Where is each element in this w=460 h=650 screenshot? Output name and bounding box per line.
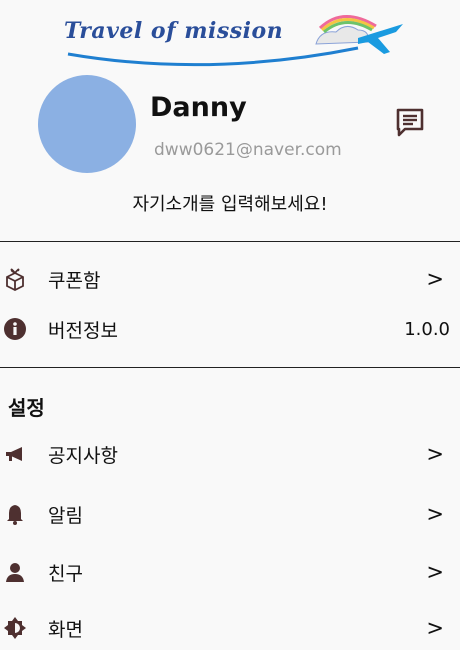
settings-item-label: 알림: [48, 504, 83, 527]
chevron-right-icon: >: [426, 267, 444, 291]
settings-item-notification[interactable]: 알림 >: [0, 494, 460, 534]
app-logo: Travel of mission: [64, 15, 403, 67]
avatar[interactable]: [38, 75, 136, 173]
version-value: 1.0.0: [404, 318, 450, 340]
chevron-right-icon: >: [426, 502, 444, 526]
divider-settings: [0, 367, 460, 368]
edit-profile-button[interactable]: [392, 104, 428, 140]
logo-text: Travel of mission: [64, 18, 283, 44]
edit-message-icon: [396, 108, 424, 137]
megaphone-icon: [2, 441, 28, 467]
brightness-icon: [2, 615, 28, 641]
airplane-icon: [315, 15, 403, 54]
profile-email: dww0621@naver.com: [154, 140, 342, 160]
menu-item-label: 쿠폰함: [48, 269, 101, 292]
settings-item-notice[interactable]: 공지사항 >: [0, 434, 460, 474]
settings-item-label: 공지사항: [48, 444, 118, 467]
info-icon: [2, 316, 28, 342]
settings-item-friends[interactable]: 친구 >: [0, 552, 460, 592]
settings-item-label: 친구: [48, 562, 83, 585]
menu-item-version[interactable]: 버전정보 1.0.0: [0, 309, 460, 349]
person-icon: [2, 559, 28, 585]
chevron-right-icon: >: [426, 442, 444, 466]
profile-intro[interactable]: 자기소개를 입력해보세요!: [0, 190, 460, 216]
bell-icon: [2, 501, 28, 527]
divider-top: [0, 241, 460, 242]
chevron-right-icon: >: [426, 560, 444, 584]
settings-item-label: 화면: [48, 618, 83, 641]
menu-item-coupons[interactable]: 쿠폰함 >: [0, 259, 460, 299]
settings-section-title: 설정: [8, 396, 45, 420]
chevron-right-icon: >: [426, 616, 444, 640]
profile-name: Danny: [150, 92, 247, 123]
gift-box-icon: [2, 266, 28, 292]
settings-item-display[interactable]: 화면 >: [0, 608, 460, 648]
menu-item-label: 버전정보: [48, 319, 118, 342]
